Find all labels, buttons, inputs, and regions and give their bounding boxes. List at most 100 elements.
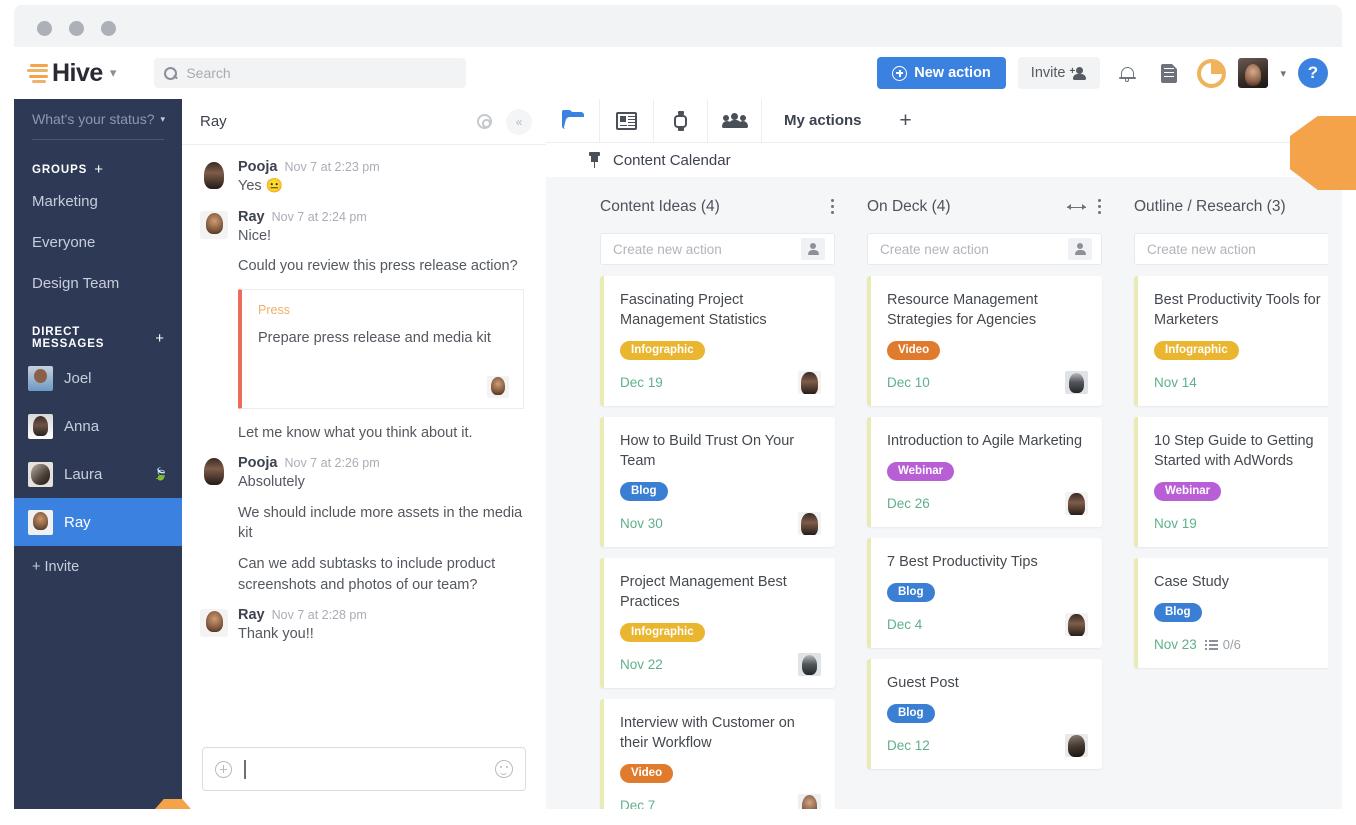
- card-tag: Video: [887, 341, 941, 360]
- window-close-dot[interactable]: [37, 21, 52, 36]
- message-timestamp: Nov 7 at 2:28 pm: [271, 608, 367, 623]
- chat-messages: Pooja Nov 7 at 2:23 pm Yes 😐 Ray Nov 7 a…: [182, 145, 546, 755]
- card-due-date: Dec 12: [887, 738, 930, 753]
- card-title: Interview with Customer on their Workflo…: [620, 715, 795, 751]
- card-footer: Nov 19: [1154, 512, 1342, 535]
- project-timesheet-button[interactable]: [654, 99, 707, 143]
- sidebar-item-ray[interactable]: Ray: [14, 498, 182, 546]
- card[interactable]: Best Productivity Tools for Marketers In…: [1134, 276, 1342, 406]
- new-action-button[interactable]: New action: [877, 57, 1006, 89]
- card[interactable]: Fascinating Project Management Statistic…: [600, 276, 835, 406]
- window-maximize-dot[interactable]: [101, 21, 116, 36]
- column-resize-icon[interactable]: [1067, 203, 1086, 212]
- sidebar-item-laura[interactable]: Laura 🍃: [14, 450, 182, 498]
- documents-button[interactable]: [1154, 58, 1184, 88]
- add-tab-button[interactable]: +: [884, 99, 928, 143]
- message-input[interactable]: [202, 747, 526, 791]
- card[interactable]: How to Build Trust On Your Team Blog Nov…: [600, 417, 835, 547]
- message: Ray Nov 7 at 2:24 pm Nice!: [200, 209, 524, 247]
- browser-chrome: [14, 5, 1342, 47]
- message-text: Absolutely: [238, 474, 305, 491]
- avatar: [1065, 492, 1088, 515]
- avatar: [798, 371, 821, 394]
- card[interactable]: Project Management Best Practices Infogr…: [600, 558, 835, 688]
- column-menu-icon[interactable]: [1098, 199, 1102, 215]
- card-title: How to Build Trust On Your Team: [620, 433, 795, 469]
- chevron-down-icon[interactable]: ▾: [1280, 67, 1286, 80]
- text-cursor: [244, 759, 246, 779]
- hive-logo-icon: [26, 63, 49, 84]
- card[interactable]: Interview with Customer on their Workflo…: [600, 699, 835, 809]
- avatar: [28, 413, 53, 439]
- avatar[interactable]: [1238, 58, 1269, 88]
- collapse-icon[interactable]: «: [506, 108, 532, 135]
- message-text: We should include more assets in the med…: [238, 504, 523, 542]
- card[interactable]: Introduction to Agile Marketing Webinar …: [867, 417, 1102, 527]
- sidebar-item-joel[interactable]: Joel: [14, 354, 182, 402]
- action-card-attachment[interactable]: Press Prepare press release and media ki…: [238, 288, 524, 409]
- card-due-date: Dec 10: [887, 375, 930, 390]
- smiley-icon[interactable]: [495, 760, 513, 778]
- card[interactable]: 7 Best Productivity Tips Blog Dec 4: [867, 538, 1102, 648]
- project-folder-button[interactable]: [546, 99, 599, 143]
- card[interactable]: Resource Management Strategies for Agenc…: [867, 276, 1102, 406]
- card-due-date: Dec 7: [620, 798, 656, 809]
- folder-icon: [561, 109, 587, 129]
- add-group-icon[interactable]: +: [94, 162, 103, 177]
- sidebar-item-anna[interactable]: Anna: [14, 402, 182, 450]
- emoji: 😐: [265, 177, 284, 193]
- person-icon: [807, 243, 819, 255]
- sidebar-item-design-team[interactable]: Design Team: [14, 263, 182, 304]
- card-footer: Dec 4: [887, 613, 1088, 636]
- create-action-placeholder: Create new action: [880, 241, 989, 257]
- column-header: On Deck (4): [867, 195, 1102, 219]
- message-text: Can we add subtasks to include product s…: [238, 556, 496, 593]
- board-column-content-ideas: Content Ideas (4) Create new action Fasc…: [584, 177, 851, 809]
- column-header: Content Ideas (4): [600, 195, 835, 219]
- sidebar-item-label: Marketing: [32, 193, 98, 210]
- action-card-project: Press: [258, 302, 290, 317]
- sidebar-item-everyone[interactable]: Everyone: [14, 222, 182, 263]
- assignee-button[interactable]: [801, 238, 825, 260]
- invite-label: Invite: [1030, 65, 1066, 81]
- pin-icon[interactable]: [588, 152, 601, 168]
- plus-circle-icon[interactable]: [215, 760, 232, 778]
- tab-my-actions[interactable]: My actions: [762, 99, 884, 143]
- card-due-date: Nov 23: [1154, 637, 1197, 652]
- column-menu-icon[interactable]: [831, 199, 835, 215]
- gear-icon[interactable]: [477, 114, 492, 129]
- project-team-button[interactable]: [708, 99, 761, 143]
- window-minimize-dot[interactable]: [69, 21, 84, 36]
- chevron-down-icon[interactable]: ▾: [110, 65, 117, 81]
- add-direct-message-icon[interactable]: +: [155, 331, 164, 346]
- search-input[interactable]: Search: [154, 58, 467, 88]
- time-tracking-button[interactable]: [1196, 58, 1226, 88]
- assignee-button[interactable]: [1068, 238, 1092, 260]
- sidebar-item-marketing[interactable]: Marketing: [14, 181, 182, 222]
- message-author: Pooja: [238, 455, 278, 472]
- news-icon: [616, 111, 637, 130]
- invite-button[interactable]: Invite +: [1017, 57, 1101, 89]
- card[interactable]: Case Study Blog Nov 23 0/6: [1134, 558, 1342, 668]
- chevron-down-icon: ▾: [160, 113, 166, 124]
- card-due-date: Dec 26: [887, 496, 930, 511]
- notifications-button[interactable]: [1112, 58, 1142, 88]
- card[interactable]: Guest Post Blog Dec 12: [867, 659, 1102, 769]
- column-tools: [831, 199, 835, 215]
- project-news-button[interactable]: [600, 99, 653, 143]
- hive-logo[interactable]: Hive ▾: [26, 59, 116, 88]
- groups-section-header: GROUPS +: [14, 162, 182, 177]
- sidebar-invite-link[interactable]: + Invite: [14, 546, 182, 588]
- create-action-input[interactable]: Create new action: [600, 233, 835, 265]
- header-actions: New action Invite + ▾ ?: [877, 57, 1328, 89]
- create-action-input[interactable]: Create new action: [1134, 233, 1342, 265]
- card-tag: Blog: [620, 482, 668, 501]
- card[interactable]: 10 Step Guide to Getting Started with Ad…: [1134, 417, 1342, 547]
- card-title: Resource Management Strategies for Agenc…: [887, 292, 1038, 328]
- card-due-date: Nov 22: [620, 657, 663, 672]
- create-action-input[interactable]: Create new action: [867, 233, 1102, 265]
- status-selector[interactable]: What's your status? ▾: [14, 99, 182, 139]
- create-action-placeholder: Create new action: [613, 241, 722, 257]
- help-button[interactable]: ?: [1298, 58, 1328, 88]
- card-tag: Webinar: [1154, 482, 1222, 501]
